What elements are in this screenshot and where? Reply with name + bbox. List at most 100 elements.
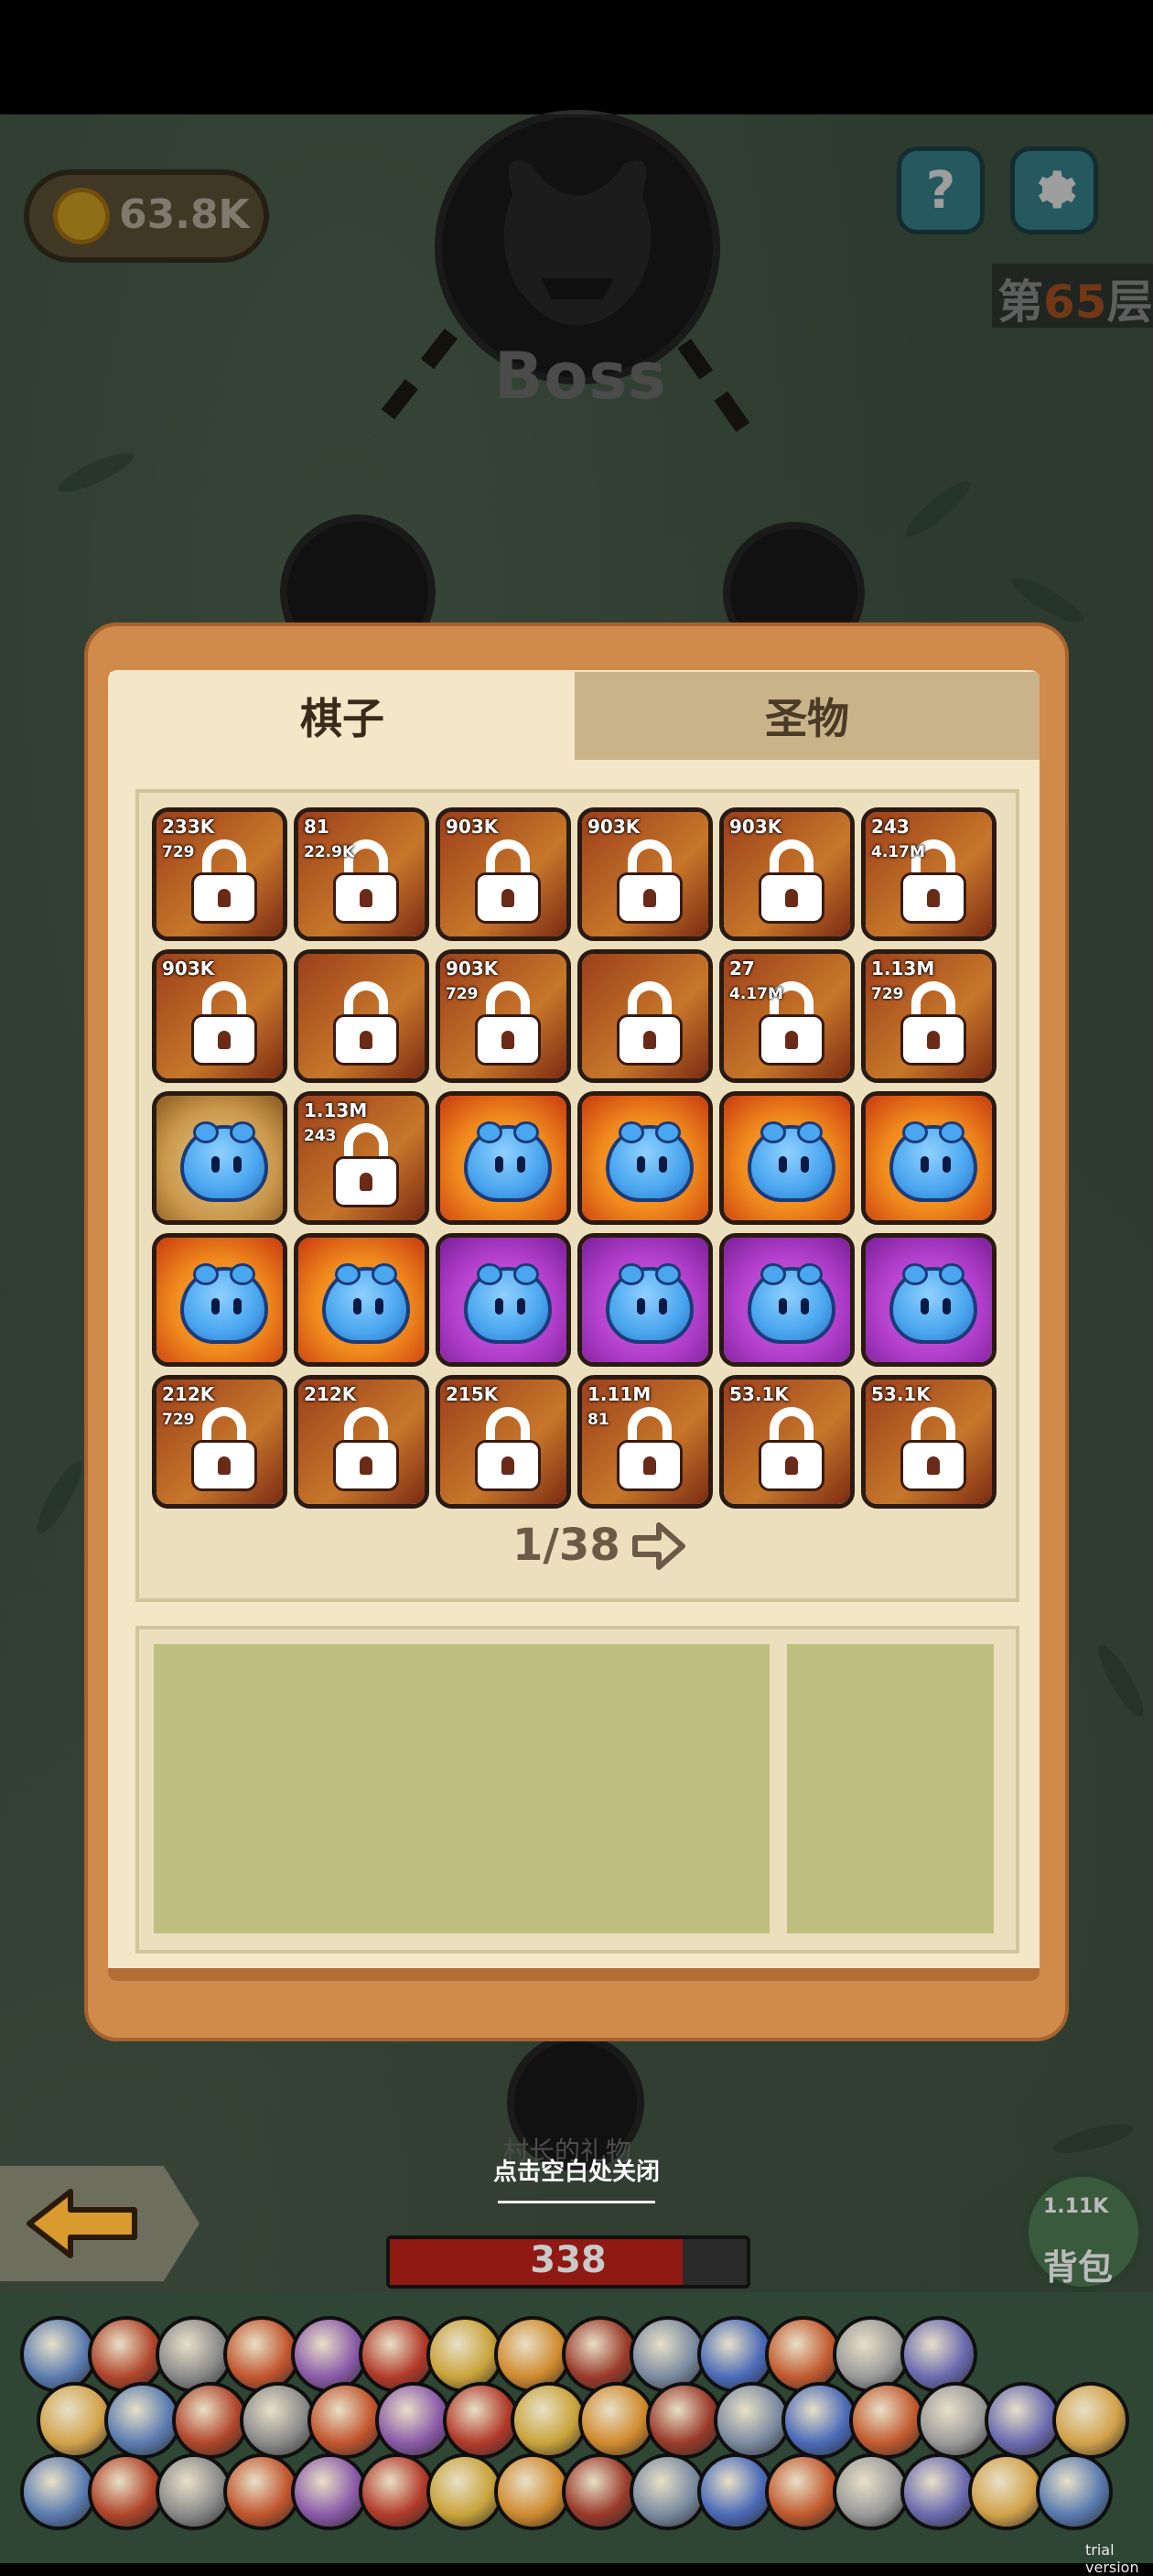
inventory-item-icon[interactable] (1052, 2382, 1129, 2459)
locked-piece-cell[interactable]: 1.11M 81 (577, 1375, 713, 1509)
inventory-item-icon[interactable] (240, 2382, 317, 2459)
piece-stat: 53.1K (871, 1383, 931, 1405)
inventory-item-icon[interactable] (985, 2382, 1061, 2459)
slime-piece-cell[interactable] (861, 1233, 997, 1367)
locked-piece-cell[interactable]: 903K (436, 807, 571, 941)
inventory-item-icon[interactable] (223, 2316, 300, 2393)
slime-icon (322, 1263, 410, 1344)
locked-piece-cell[interactable] (294, 949, 429, 1083)
slime-piece-cell[interactable] (436, 1091, 571, 1225)
inventory-item-icon[interactable] (20, 2316, 97, 2393)
lock-icon (191, 981, 257, 1066)
slime-piece-cell[interactable] (577, 1091, 713, 1225)
inventory-item-icon[interactable] (307, 2382, 384, 2459)
slime-piece-cell[interactable] (152, 1233, 287, 1367)
locked-piece-cell[interactable]: 1.13M 243 (294, 1091, 429, 1225)
locked-piece-cell[interactable]: 215K (436, 1375, 571, 1509)
inventory-item-icon[interactable] (291, 2316, 368, 2393)
inventory-item-icon[interactable] (646, 2382, 723, 2459)
locked-piece-cell[interactable]: 53.1K (719, 1375, 855, 1509)
back-button[interactable] (0, 2166, 199, 2281)
slime-piece-cell[interactable] (436, 1233, 571, 1367)
slime-icon (180, 1121, 268, 1202)
tab-pieces[interactable]: 棋子 (110, 672, 575, 760)
lock-icon (333, 1123, 399, 1207)
piece-stat: 81 (304, 816, 329, 838)
locked-piece-cell[interactable]: 233K 729 (152, 807, 287, 941)
lock-icon (333, 1407, 399, 1491)
locked-piece-cell[interactable]: 81 22.9K (294, 807, 429, 941)
inventory-item-icon[interactable] (630, 2316, 706, 2393)
slime-piece-cell[interactable] (152, 1091, 287, 1225)
piece-stat-secondary: 729 (446, 985, 479, 1003)
lock-icon (900, 1407, 966, 1491)
inventory-item-icon[interactable] (630, 2453, 706, 2530)
slime-piece-cell[interactable] (577, 1233, 713, 1367)
next-page-icon[interactable] (631, 1520, 686, 1573)
inventory-item-icon[interactable] (697, 2316, 774, 2393)
inventory-item-icon[interactable] (1036, 2453, 1113, 2530)
slime-piece-cell[interactable] (719, 1233, 855, 1367)
locked-piece-cell[interactable]: 903K 729 (436, 949, 571, 1083)
inventory-item-icon[interactable] (359, 2316, 436, 2393)
locked-piece-cell[interactable]: 903K (152, 949, 287, 1083)
locked-piece-cell[interactable]: 53.1K (861, 1375, 997, 1509)
locked-piece-cell[interactable]: 903K (577, 807, 713, 941)
inventory-item-icon[interactable] (900, 2453, 977, 2530)
piece-stat: 53.1K (729, 1383, 789, 1405)
inventory-item-icon[interactable] (291, 2453, 368, 2530)
locked-piece-cell[interactable]: 1.13M 729 (861, 949, 997, 1083)
locked-piece-cell[interactable] (577, 949, 713, 1083)
inventory-item-icon[interactable] (20, 2453, 97, 2530)
inventory-item-icon[interactable] (156, 2453, 232, 2530)
piece-detail-slot (154, 1644, 770, 1933)
inventory-item-icon[interactable] (900, 2316, 977, 2393)
inventory-item-icon[interactable] (494, 2316, 571, 2393)
inventory-item-icon[interactable] (172, 2382, 249, 2459)
inventory-item-icon[interactable] (849, 2382, 926, 2459)
slime-icon (606, 1263, 694, 1344)
locked-piece-cell[interactable]: 212K 729 (152, 1375, 287, 1509)
inventory-item-icon[interactable] (917, 2382, 994, 2459)
inventory-item-icon[interactable] (833, 2453, 910, 2530)
inventory-item-icon[interactable] (375, 2382, 452, 2459)
slime-icon (180, 1263, 268, 1344)
slime-piece-cell[interactable] (861, 1091, 997, 1225)
inventory-item-icon[interactable] (443, 2382, 520, 2459)
inventory-item-icon[interactable] (37, 2382, 113, 2459)
slime-piece-cell[interactable] (294, 1233, 429, 1367)
inventory-item-icon[interactable] (426, 2453, 503, 2530)
piece-stat-secondary: 729 (871, 985, 904, 1003)
locked-piece-cell[interactable]: 903K (719, 807, 855, 941)
piece-stat: 212K (162, 1383, 215, 1405)
inventory-item-icon[interactable] (562, 2453, 639, 2530)
piece-stat: 903K (162, 958, 215, 980)
inventory-item-icon[interactable] (156, 2316, 232, 2393)
inventory-item-icon[interactable] (88, 2316, 165, 2393)
locked-piece-cell[interactable]: 212K (294, 1375, 429, 1509)
lock-icon (759, 1407, 824, 1491)
hp-value: 338 (530, 2239, 607, 2281)
slime-piece-cell[interactable] (719, 1091, 855, 1225)
inventory-item-icon[interactable] (833, 2316, 910, 2393)
inventory-item-icon[interactable] (359, 2453, 436, 2530)
inventory-item-icon[interactable] (223, 2453, 300, 2530)
inventory-item-icon[interactable] (562, 2316, 639, 2393)
inventory-item-icon[interactable] (765, 2316, 842, 2393)
inventory-item-icon[interactable] (426, 2316, 503, 2393)
inventory-item-icon[interactable] (494, 2453, 571, 2530)
inventory-item-icon[interactable] (88, 2453, 165, 2530)
tab-relics[interactable]: 圣物 (575, 672, 1040, 760)
inventory-item-icon[interactable] (765, 2453, 842, 2530)
inventory-item-icon[interactable] (104, 2382, 181, 2459)
lock-icon (333, 981, 399, 1066)
inventory-item-icon[interactable] (511, 2382, 587, 2459)
inventory-item-icon[interactable] (697, 2453, 774, 2530)
inventory-item-icon[interactable] (714, 2382, 791, 2459)
locked-piece-cell[interactable]: 243 4.17M (861, 807, 997, 941)
inventory-item-icon[interactable] (578, 2382, 655, 2459)
locked-piece-cell[interactable]: 27 4.17M (719, 949, 855, 1083)
inventory-item-icon[interactable] (781, 2382, 858, 2459)
slime-icon (748, 1121, 835, 1202)
inventory-item-icon[interactable] (968, 2453, 1045, 2530)
